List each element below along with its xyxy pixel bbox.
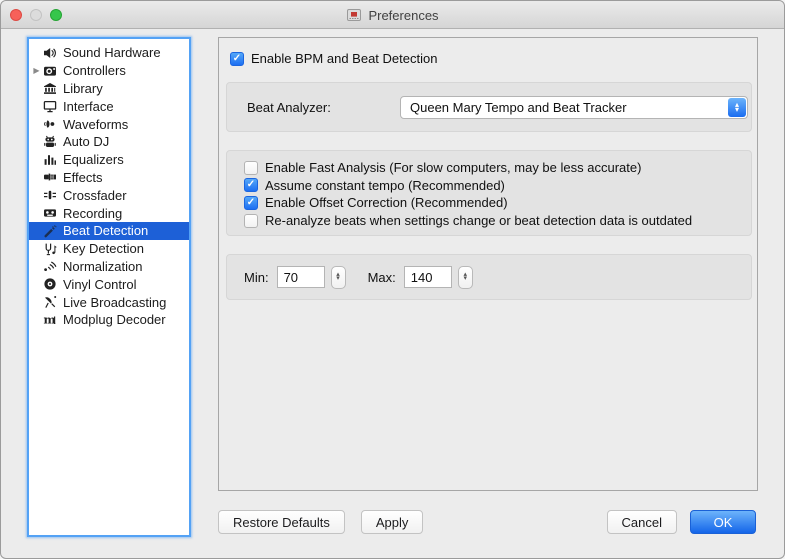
checkbox-row-assume-constant-tempo[interactable]: Assume constant tempo (Recommended) xyxy=(244,177,751,195)
sidebar-item-label: Beat Detection xyxy=(63,223,148,238)
sidebar-item-equalizers[interactable]: Equalizers xyxy=(29,151,189,169)
controller-icon xyxy=(42,64,58,78)
analyzer-settings-group: Enable Fast Analysis (For slow computers… xyxy=(226,150,752,236)
enable-bpm-checkbox-row[interactable]: Enable BPM and Beat Detection xyxy=(230,51,437,66)
preferences-category-list[interactable]: Sound Hardware ▶ Controllers Library Interfa… xyxy=(27,37,191,537)
sidebar-item-crossfader[interactable]: Crossfader xyxy=(29,186,189,204)
restore-defaults-button[interactable]: Restore Defaults xyxy=(218,510,345,534)
sidebar-item-normalization[interactable]: Normalization xyxy=(29,258,189,276)
close-button[interactable] xyxy=(10,9,22,21)
checkbox-unchecked-icon[interactable] xyxy=(244,161,258,175)
min-label: Min: xyxy=(244,270,269,285)
sidebar-item-auto-dj[interactable]: Auto DJ xyxy=(29,133,189,151)
sidebar-item-label: Sound Hardware xyxy=(63,45,161,60)
ok-button[interactable]: OK xyxy=(690,510,756,534)
sidebar-item-label: Crossfader xyxy=(63,188,127,203)
traffic-lights xyxy=(10,9,62,21)
cancel-button[interactable]: Cancel xyxy=(607,510,677,534)
choose-analyzer-group: Beat Analyzer: Queen Mary Tempo and Beat… xyxy=(226,82,752,132)
checkbox-checked-icon[interactable] xyxy=(244,178,258,192)
sidebar-item-label: Effects xyxy=(63,170,103,185)
sidebar-item-label: Equalizers xyxy=(63,152,124,167)
library-icon xyxy=(42,81,58,95)
checkbox-label: Enable Offset Correction (Recommended) xyxy=(265,195,508,210)
waveform-icon xyxy=(42,117,58,131)
sidebar-item-label: Normalization xyxy=(63,259,142,274)
beat-analyzer-selected-value: Queen Mary Tempo and Beat Tracker xyxy=(410,100,627,115)
minimize-button[interactable] xyxy=(30,9,42,21)
sidebar-item-label: Key Detection xyxy=(63,241,144,256)
apply-button[interactable]: Apply xyxy=(361,510,424,534)
titlebar[interactable]: Preferences xyxy=(1,1,784,29)
satellite-icon xyxy=(42,295,58,309)
min-bpm-stepper[interactable]: ▴▾ xyxy=(331,266,346,289)
sidebar-item-library[interactable]: Library xyxy=(29,80,189,98)
checkbox-label: Enable Fast Analysis (For slow computers… xyxy=(265,160,641,175)
titlebar-center: Preferences xyxy=(1,1,784,29)
checkbox-row-enable-offset-correction[interactable]: Enable Offset Correction (Recommended) xyxy=(244,194,751,212)
sidebar-item-label: Recording xyxy=(63,206,122,221)
equalizer-icon xyxy=(42,153,58,167)
sidebar-item-label: Live Broadcasting xyxy=(63,295,166,310)
checkbox-row-re-analyze-beats-when-settings-change-or-beat-detection-data-is-outdated[interactable]: Re-analyze beats when settings change or… xyxy=(244,212,751,230)
checkbox-unchecked-icon[interactable] xyxy=(244,214,258,228)
sidebar-item-label: Vinyl Control xyxy=(63,277,136,292)
window-title: Preferences xyxy=(368,8,438,23)
checkbox-row-enable-fast-analysis[interactable]: Enable Fast Analysis (For slow computers… xyxy=(244,159,751,177)
beat-analyzer-select[interactable]: Queen Mary Tempo and Beat Tracker ▴▾ xyxy=(400,96,748,119)
sidebar-item-label: Waveforms xyxy=(63,117,128,132)
sidebar-item-vinyl-control[interactable]: Vinyl Control xyxy=(29,275,189,293)
cassette-icon xyxy=(42,206,58,220)
vinyl-icon xyxy=(42,277,58,291)
bpm-range-group: Min: ▴▾ Max: ▴▾ xyxy=(226,254,752,300)
sidebar-item-live-broadcasting[interactable]: Live Broadcasting xyxy=(29,293,189,311)
max-label: Max: xyxy=(368,270,396,285)
checkbox-checked-icon[interactable] xyxy=(244,196,258,210)
sidebar-item-modplug-decoder[interactable]: m Modplug Decoder xyxy=(29,311,189,329)
modplug-icon: m xyxy=(42,313,58,327)
tuning-fork-icon xyxy=(42,242,58,256)
footer-right-buttons: Cancel OK xyxy=(607,510,756,534)
checkbox-label: Re-analyze beats when settings change or… xyxy=(265,213,692,228)
robot-icon xyxy=(42,135,58,149)
max-bpm-stepper[interactable]: ▴▾ xyxy=(458,266,473,289)
sidebar-item-label: Auto DJ xyxy=(63,134,109,149)
enable-bpm-label: Enable BPM and Beat Detection xyxy=(251,51,437,66)
sidebar-item-controllers[interactable]: ▶ Controllers xyxy=(29,62,189,80)
monitor-icon xyxy=(42,99,58,113)
dropdown-arrows-icon: ▴▾ xyxy=(728,98,746,117)
preferences-app-icon xyxy=(346,7,362,23)
crossfader-icon xyxy=(42,188,58,202)
wand-icon xyxy=(42,224,58,238)
soundwave-icon xyxy=(42,259,58,273)
speaker-icon xyxy=(42,46,58,60)
beat-detection-pane: Enable BPM and Beat Detection Choose Ana… xyxy=(218,37,758,491)
svg-text:m: m xyxy=(44,313,56,327)
sidebar-item-beat-detection[interactable]: Beat Detection xyxy=(29,222,189,240)
footer-left-buttons: Restore Defaults Apply xyxy=(218,510,423,534)
checkbox-checked-icon[interactable] xyxy=(230,52,244,66)
sidebar-item-label: Controllers xyxy=(63,63,126,78)
preferences-window: Preferences Sound Hardware ▶ Controllers Li… xyxy=(0,0,785,559)
disclosure-triangle-icon[interactable]: ▶ xyxy=(31,67,42,75)
zoom-button[interactable] xyxy=(50,9,62,21)
effects-icon xyxy=(42,170,58,184)
sidebar-item-label: Modplug Decoder xyxy=(63,312,166,327)
sidebar-item-sound-hardware[interactable]: Sound Hardware xyxy=(29,44,189,62)
max-bpm-input[interactable] xyxy=(404,266,452,288)
beat-analyzer-label: Beat Analyzer: xyxy=(247,100,400,115)
sidebar-item-key-detection[interactable]: Key Detection xyxy=(29,240,189,258)
sidebar-item-waveforms[interactable]: Waveforms xyxy=(29,115,189,133)
sidebar-item-label: Interface xyxy=(63,99,114,114)
sidebar-item-interface[interactable]: Interface xyxy=(29,97,189,115)
sidebar-item-recording[interactable]: Recording xyxy=(29,204,189,222)
sidebar-item-label: Library xyxy=(63,81,103,96)
sidebar-item-effects[interactable]: Effects xyxy=(29,169,189,187)
checkbox-label: Assume constant tempo (Recommended) xyxy=(265,178,505,193)
min-bpm-input[interactable] xyxy=(277,266,325,288)
